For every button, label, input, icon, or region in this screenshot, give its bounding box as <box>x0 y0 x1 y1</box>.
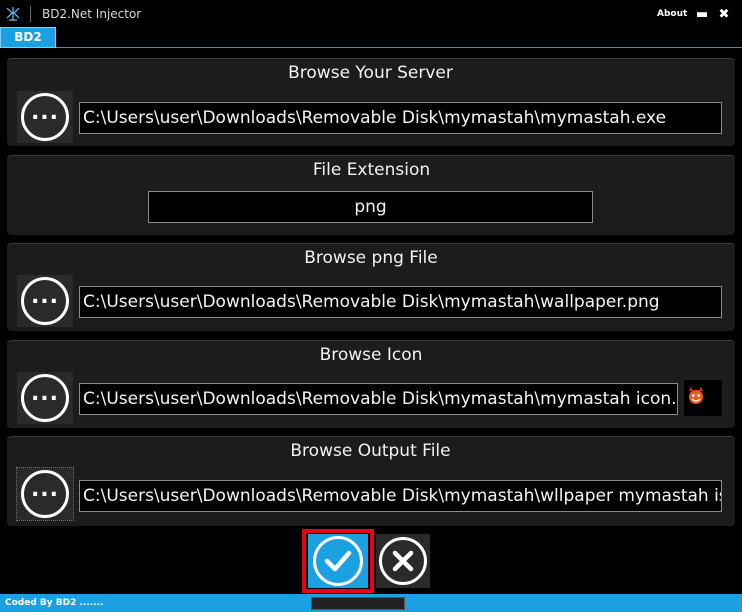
extension-field[interactable]: png <box>148 191 593 223</box>
tab-bd2[interactable]: BD2 <box>0 27 56 48</box>
title-separator <box>30 6 31 22</box>
window-title: BD2.Net Injector <box>42 7 142 21</box>
progress-bar <box>311 597 405 610</box>
png-path-field[interactable]: C:\Users\user\Downloads\Removable Disk\m… <box>79 286 722 318</box>
server-path-field[interactable]: C:\Users\user\Downloads\Removable Disk\m… <box>79 102 722 134</box>
browse-png-button[interactable]: ... <box>17 275 73 327</box>
browse-icon-button[interactable]: ... <box>17 372 73 424</box>
checkmark-icon <box>324 550 352 572</box>
status-text: Coded By BD2 ....... <box>5 598 104 608</box>
server-panel-title: Browse Your Server <box>283 62 458 85</box>
ok-button[interactable] <box>308 534 368 588</box>
ellipsis-icon: ... <box>30 381 60 406</box>
png-panel-title: Browse png File <box>300 247 442 270</box>
ellipsis-icon: ... <box>30 477 60 502</box>
ellipsis-icon: ... <box>30 284 60 309</box>
cancel-button[interactable] <box>376 534 430 588</box>
app-logo-icon <box>6 7 20 21</box>
browse-output-button[interactable]: ... <box>16 467 74 521</box>
tab-underline <box>0 47 742 48</box>
about-link[interactable]: About <box>657 9 687 19</box>
icon-panel-title: Browse Icon <box>315 344 427 367</box>
icon-path-field[interactable]: C:\Users\user\Downloads\Removable Disk\m… <box>79 383 678 415</box>
output-panel-title: Browse Output File <box>287 440 454 463</box>
icon-preview <box>684 380 722 416</box>
close-icon[interactable]: ✖ <box>716 7 732 23</box>
devil-face-icon <box>689 387 703 404</box>
ellipsis-icon: ... <box>30 100 60 125</box>
output-path-field[interactable]: C:\Users\user\Downloads\Removable Disk\m… <box>79 480 722 512</box>
extension-panel-title: File Extension <box>310 159 433 182</box>
minimize-icon[interactable]: ▬ <box>694 7 710 23</box>
x-icon <box>392 550 414 572</box>
browse-server-button[interactable]: ... <box>17 91 73 143</box>
